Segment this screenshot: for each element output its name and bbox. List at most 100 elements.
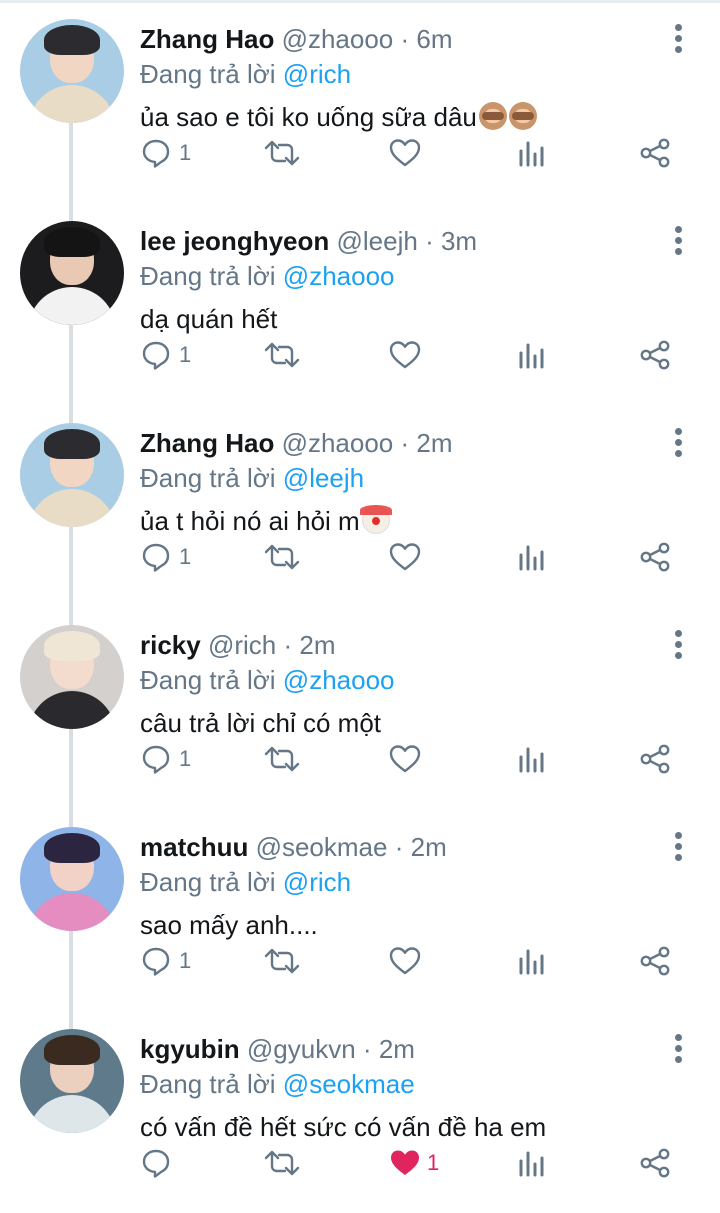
analytics-button[interactable] <box>516 942 550 982</box>
tweet-text: sao mấy anh.... <box>140 907 318 943</box>
tweet-text: dạ quán hết <box>140 301 277 337</box>
share-button[interactable] <box>638 740 674 780</box>
avatar[interactable] <box>20 827 124 931</box>
replying-to-label: Đang trả lời <box>140 463 276 493</box>
more-options-icon[interactable] <box>664 628 694 662</box>
tweet[interactable]: matchuu @seokmae · 2m Đang trả lời @rich… <box>0 808 720 1010</box>
share-button[interactable] <box>638 538 674 578</box>
separator-dot: · <box>362 1034 372 1064</box>
replying-to-label: Đang trả lời <box>140 867 276 897</box>
retweet-button[interactable] <box>264 740 304 780</box>
more-options-icon[interactable] <box>664 224 694 258</box>
tweet[interactable]: Zhang Hao @zhaooo · 6m Đang trả lời @ric… <box>0 0 720 202</box>
username-handle[interactable]: @zhaooo <box>282 24 394 54</box>
reply-button[interactable]: 1 <box>141 538 201 578</box>
replying-to-mention[interactable]: @rich <box>283 867 351 897</box>
analytics-button[interactable] <box>516 1144 550 1184</box>
like-button[interactable] <box>389 336 449 376</box>
tweet[interactable]: lee jeonghyeon @leejh · 3m Đang trả lời … <box>0 202 720 404</box>
username-handle[interactable]: @seokmae <box>256 832 388 862</box>
display-name[interactable]: Zhang Hao <box>140 24 274 54</box>
timestamp[interactable]: 2m <box>299 630 335 660</box>
username-handle[interactable]: @leejh <box>337 226 418 256</box>
like-count: 1 <box>427 1150 440 1175</box>
share-button[interactable] <box>638 134 674 174</box>
reply-button[interactable]: 1 <box>141 942 201 982</box>
timestamp[interactable]: 6m <box>416 24 452 54</box>
like-button[interactable] <box>389 538 449 578</box>
avatar[interactable] <box>20 1029 124 1133</box>
replying-to: Đang trả lời @seokmae <box>140 1067 415 1101</box>
analytics-button[interactable] <box>516 740 550 780</box>
analytics-button[interactable] <box>516 538 550 578</box>
separator-dot: · <box>283 630 293 660</box>
tweet-header: ricky @rich · 2m <box>140 628 336 662</box>
reply-count: 1 <box>179 544 192 569</box>
like-button[interactable] <box>389 942 449 982</box>
tweet-header: lee jeonghyeon @leejh · 3m <box>140 224 477 258</box>
retweet-button[interactable] <box>264 336 304 376</box>
replying-to-label: Đang trả lời <box>140 59 276 89</box>
reply-button[interactable] <box>141 1144 201 1184</box>
avatar[interactable] <box>20 19 124 123</box>
timestamp[interactable]: 2m <box>379 1034 415 1064</box>
tweet[interactable]: ricky @rich · 2m Đang trả lời @zhaooo câ… <box>0 606 720 808</box>
monkey-face-emoji <box>478 102 507 130</box>
tweet-text: ủa sao e tôi ko uống sữa dâu <box>140 99 537 135</box>
replying-to-mention[interactable]: @seokmae <box>283 1069 415 1099</box>
reply-count: 1 <box>179 746 192 771</box>
retweet-button[interactable] <box>264 1144 304 1184</box>
replying-to: Đang trả lời @rich <box>140 57 351 91</box>
display-name[interactable]: ricky <box>140 630 201 660</box>
display-name[interactable]: kgyubin <box>140 1034 240 1064</box>
retweet-button[interactable] <box>264 134 304 174</box>
reply-button[interactable]: 1 <box>141 740 201 780</box>
avatar[interactable] <box>20 625 124 729</box>
tweet-header: matchuu @seokmae · 2m <box>140 830 447 864</box>
retweet-button[interactable] <box>264 942 304 982</box>
replying-to-mention[interactable]: @zhaooo <box>283 261 395 291</box>
more-options-icon[interactable] <box>664 1032 694 1066</box>
display-name[interactable]: lee jeonghyeon <box>140 226 329 256</box>
analytics-button[interactable] <box>516 336 550 376</box>
monkey-face-emoji <box>508 102 537 130</box>
avatar[interactable] <box>20 423 124 527</box>
tweet-text-content: dạ quán hết <box>140 304 278 334</box>
replying-to-label: Đang trả lời <box>140 261 276 291</box>
analytics-button[interactable] <box>516 134 550 174</box>
tweet-text-content: ủa t hỏi nó ai hỏi m <box>140 506 360 536</box>
display-name[interactable]: matchuu <box>140 832 248 862</box>
replying-to-mention[interactable]: @rich <box>283 59 351 89</box>
timestamp[interactable]: 2m <box>411 832 447 862</box>
replying-to-label: Đang trả lời <box>140 665 276 695</box>
username-handle[interactable]: @gyukvn <box>247 1034 356 1064</box>
share-button[interactable] <box>638 1144 674 1184</box>
like-button[interactable] <box>389 740 449 780</box>
username-handle[interactable]: @rich <box>208 630 276 660</box>
tweet-actions: 1 <box>0 538 720 578</box>
more-options-icon[interactable] <box>664 830 694 864</box>
tweet-text-content: có vấn đề hết sức có vấn đề ha em <box>140 1112 547 1142</box>
retweet-button[interactable] <box>264 538 304 578</box>
tweet-header: Zhang Hao @zhaooo · 6m <box>140 22 453 56</box>
replying-to-mention[interactable]: @zhaooo <box>283 665 395 695</box>
avatar[interactable] <box>20 221 124 325</box>
like-button[interactable]: 1 <box>389 1144 449 1184</box>
separator-dot: · <box>394 832 404 862</box>
reply-button[interactable]: 1 <box>141 336 201 376</box>
more-options-icon[interactable] <box>664 426 694 460</box>
timestamp[interactable]: 3m <box>441 226 477 256</box>
username-handle[interactable]: @zhaooo <box>282 428 394 458</box>
timestamp[interactable]: 2m <box>416 428 452 458</box>
more-options-icon[interactable] <box>664 22 694 56</box>
tweet[interactable]: kgyubin @gyukvn · 2m Đang trả lời @seokm… <box>0 1010 720 1212</box>
display-name[interactable]: Zhang Hao <box>140 428 274 458</box>
replying-to-mention[interactable]: @leejh <box>283 463 364 493</box>
reply-button[interactable]: 1 <box>141 134 201 174</box>
tweet-text: có vấn đề hết sức có vấn đề ha em <box>140 1109 546 1145</box>
tweet-actions: 1 <box>0 336 720 376</box>
tweet[interactable]: Zhang Hao @zhaooo · 2m Đang trả lời @lee… <box>0 404 720 606</box>
share-button[interactable] <box>638 336 674 376</box>
like-button[interactable] <box>389 134 449 174</box>
share-button[interactable] <box>638 942 674 982</box>
